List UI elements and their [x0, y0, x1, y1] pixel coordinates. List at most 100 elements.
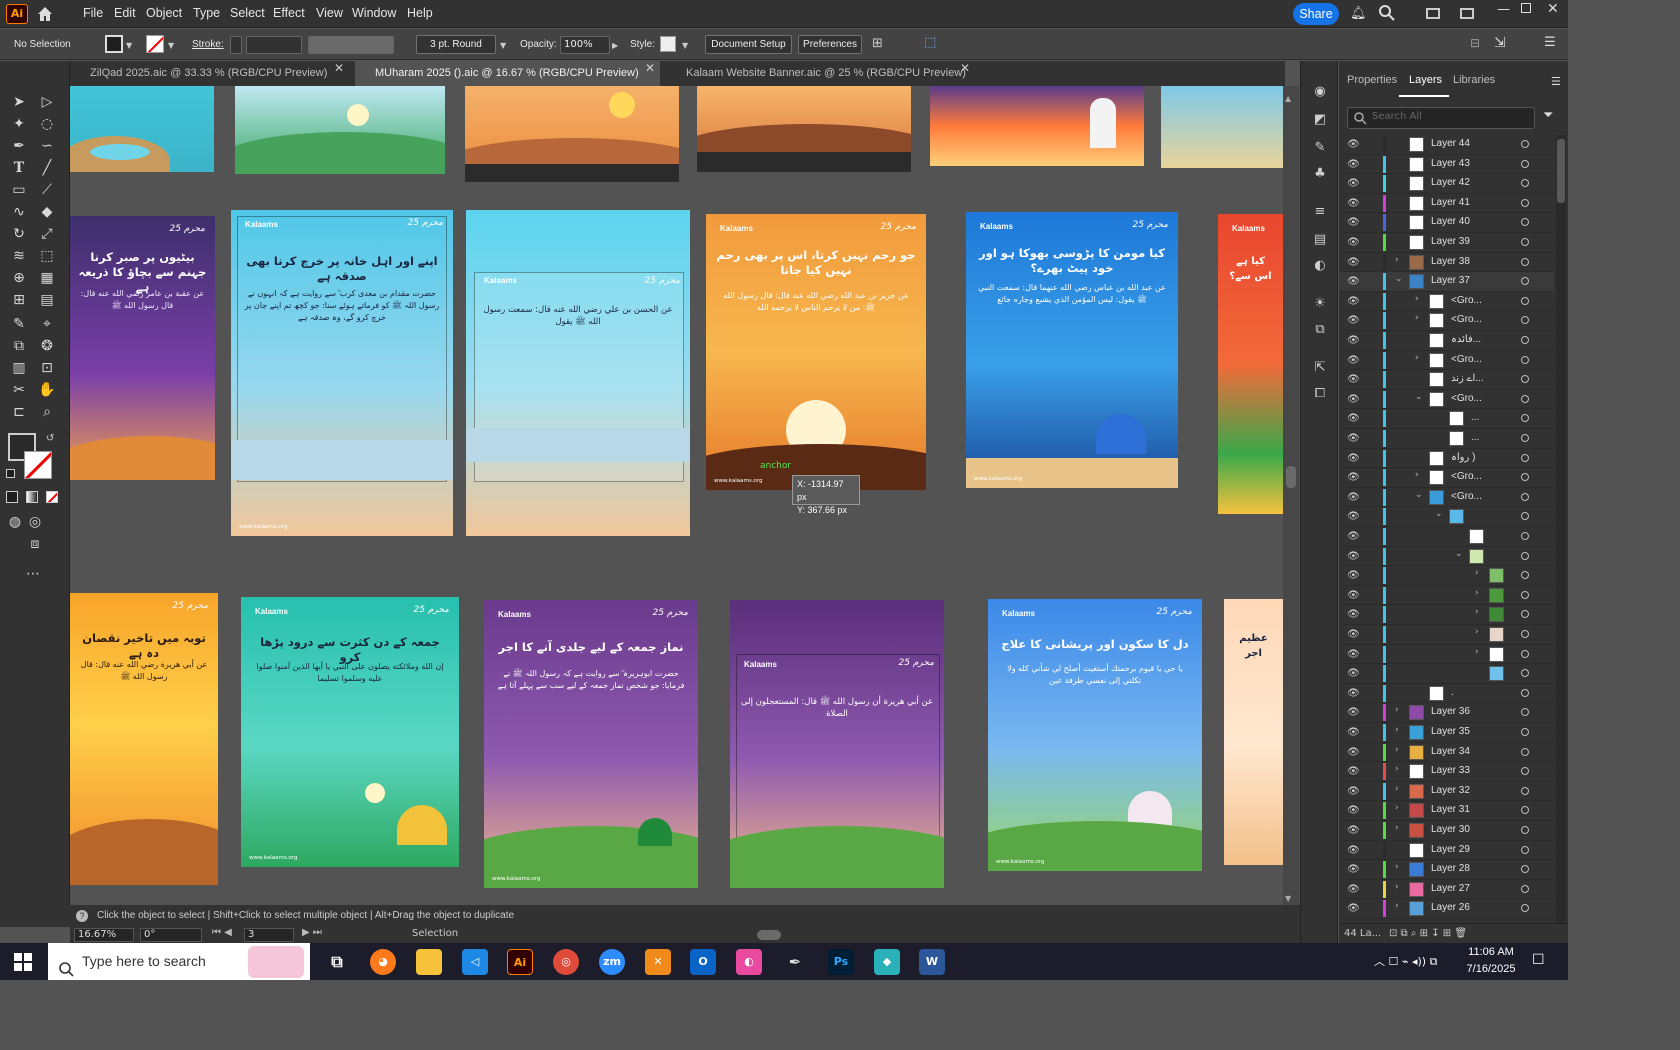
rotate-tool-icon[interactable]: ↻: [8, 223, 30, 245]
layer-target-icon[interactable]: [1521, 159, 1529, 168]
expand-icon[interactable]: ›: [1395, 705, 1399, 715]
visibility-eye-icon[interactable]: 👁︎: [1347, 139, 1360, 150]
outlook-icon[interactable]: O: [690, 949, 716, 975]
hand-tool-icon[interactable]: ✋: [36, 379, 58, 401]
expand-icon[interactable]: ›: [1415, 294, 1419, 304]
first-artboard-icon[interactable]: ⏮ ◀: [212, 927, 232, 938]
layer-target-icon[interactable]: [1521, 198, 1529, 207]
taskbar-search[interactable]: Type here to search: [48, 943, 310, 980]
visibility-eye-icon[interactable]: 👁︎: [1347, 217, 1360, 228]
layer-row[interactable]: 👁︎ › Layer 26: [1339, 899, 1554, 919]
scroll-up-icon[interactable]: ▲: [1285, 94, 1291, 103]
expand-icon[interactable]: ›: [1395, 255, 1399, 265]
arrange-icon[interactable]: ⊟: [1470, 36, 1480, 50]
layer-row[interactable]: 👁︎...: [1339, 409, 1554, 429]
expand-icon[interactable]: ›: [1475, 647, 1479, 657]
layer-row[interactable]: 👁︎ › <Gro...: [1339, 468, 1554, 488]
visibility-eye-icon[interactable]: 👁︎: [1347, 178, 1360, 189]
visibility-eye-icon[interactable]: 👁︎: [1347, 472, 1360, 483]
gradient-tool-icon[interactable]: ▤: [36, 289, 58, 311]
magic-wand-tool-icon[interactable]: ✦: [8, 113, 30, 135]
chevron-down-icon[interactable]: ▼: [126, 41, 132, 50]
visibility-eye-icon[interactable]: 👁︎: [1347, 845, 1360, 856]
layer-row[interactable]: 👁︎ Layer 42: [1339, 174, 1554, 194]
layer-row[interactable]: 👁︎ › Layer 35: [1339, 723, 1554, 743]
collapse-icon[interactable]: ⌄: [1455, 549, 1463, 559]
warp-tool-icon[interactable]: ≋: [8, 245, 30, 267]
column-graph-tool-icon[interactable]: ▥: [8, 357, 30, 379]
panel-menu-icon[interactable]: ☰: [1551, 75, 1561, 88]
menu-window[interactable]: Window: [352, 0, 396, 28]
export-icon[interactable]: ⇱: [1311, 359, 1329, 377]
poster-blue-2[interactable]: Kalaams محرم 25 دل کا سکون اور پریشانی ک…: [988, 599, 1202, 871]
align-icon[interactable]: ⊞: [872, 36, 883, 51]
expand-icon[interactable]: ›: [1395, 725, 1399, 735]
swap-colors-icon[interactable]: ↺: [46, 433, 54, 444]
expand-icon[interactable]: ›: [1395, 901, 1399, 911]
notification-icon[interactable]: ☐: [1532, 952, 1545, 968]
none-mode-icon[interactable]: [46, 491, 58, 503]
app-teal-icon[interactable]: ◆: [874, 949, 900, 975]
layer-target-icon[interactable]: [1521, 630, 1529, 638]
chevron-down-icon[interactable]: ▼: [168, 41, 174, 50]
visibility-eye-icon[interactable]: 👁︎: [1347, 394, 1360, 405]
rotation-field[interactable]: 0°: [140, 928, 202, 942]
poster-teal[interactable]: Kalaams محرم 25 جمعہ کے دن کثرت سے درود …: [241, 597, 459, 867]
windows-start-icon[interactable]: [14, 953, 32, 971]
visibility-eye-icon[interactable]: 👁︎: [1347, 413, 1360, 424]
layer-target-icon[interactable]: [1521, 375, 1529, 384]
layer-target-icon[interactable]: [1521, 473, 1529, 482]
expand-icon[interactable]: ›: [1475, 627, 1479, 637]
layer-footer-icons[interactable]: ⊡ ⧉ ⌕ ⊞ ↧ ⊞ 🗑︎: [1389, 924, 1467, 944]
chevron-right-icon[interactable]: ▶: [612, 41, 618, 50]
layer-target-icon[interactable]: [1521, 492, 1529, 501]
layer-target-icon[interactable]: [1521, 728, 1529, 736]
visibility-eye-icon[interactable]: 👁︎: [1347, 570, 1360, 581]
brushes-icon[interactable]: ✎: [1311, 139, 1329, 157]
expand-icon[interactable]: ›: [1475, 588, 1479, 598]
layer-row[interactable]: 👁︎ ⌄: [1339, 547, 1554, 567]
pen-app-icon[interactable]: ✒: [782, 949, 808, 975]
poster-red-right[interactable]: Kalaams کیا ہے اس سے؟: [1218, 214, 1283, 514]
layer-row[interactable]: 👁︎ Layer 40: [1339, 213, 1554, 233]
layer-target-icon[interactable]: [1521, 610, 1529, 619]
visibility-eye-icon[interactable]: 👁︎: [1347, 727, 1360, 738]
curvature-tool-icon[interactable]: ∽: [36, 135, 58, 157]
blend-tool-icon[interactable]: ⧉: [8, 335, 30, 357]
firefox-icon[interactable]: ◕: [370, 949, 396, 975]
collapse-icon[interactable]: ⌄: [1395, 274, 1403, 284]
visibility-eye-icon[interactable]: 👁︎: [1347, 531, 1360, 542]
expand-icon[interactable]: ›: [1395, 784, 1399, 794]
expand-icon[interactable]: ›: [1395, 764, 1399, 774]
layer-row[interactable]: 👁︎ › Layer 38: [1339, 253, 1554, 273]
visibility-eye-icon[interactable]: 👁︎: [1347, 786, 1360, 797]
layer-target-icon[interactable]: [1521, 336, 1529, 344]
layers-search[interactable]: Search All: [1347, 107, 1535, 129]
scale-tool-icon[interactable]: ⤢: [36, 223, 58, 245]
close-tab-icon[interactable]: ✕: [645, 61, 659, 75]
color-mode-icon[interactable]: [6, 491, 18, 503]
visibility-eye-icon[interactable]: 👁︎: [1347, 825, 1360, 836]
screen-mode-icon[interactable]: ⧈: [24, 533, 46, 555]
pen-tool-icon[interactable]: ✒: [8, 135, 30, 157]
visibility-eye-icon[interactable]: 👁︎: [1347, 159, 1360, 170]
transparency-icon[interactable]: ◐: [1311, 257, 1329, 275]
tab-libraries[interactable]: Libraries: [1453, 74, 1495, 86]
stroke-stepper[interactable]: [230, 36, 242, 54]
workspace-icon[interactable]: [1460, 8, 1474, 19]
layers-scroll-thumb[interactable]: [1557, 139, 1565, 203]
zoom-tool-icon[interactable]: ⌕: [36, 401, 58, 423]
draw-behind-icon[interactable]: ◎: [24, 511, 46, 533]
layer-target-icon[interactable]: [1521, 590, 1529, 599]
visibility-eye-icon[interactable]: 👁︎: [1347, 903, 1360, 914]
poster-peach[interactable]: عظیم اجر: [1224, 599, 1283, 865]
menu-object[interactable]: Object: [146, 0, 182, 28]
tab-layers[interactable]: Layers: [1409, 74, 1442, 86]
visibility-eye-icon[interactable]: 👁︎: [1347, 590, 1360, 601]
visibility-eye-icon[interactable]: 👁︎: [1347, 629, 1360, 640]
layer-target-icon[interactable]: [1521, 453, 1529, 462]
brush-definition[interactable]: 3 pt. Round: [416, 35, 496, 54]
stroke-weight-field[interactable]: [246, 36, 302, 54]
layer-row[interactable]: 👁︎ ›: [1339, 645, 1554, 665]
layer-row[interactable]: 👁︎...: [1339, 429, 1554, 449]
